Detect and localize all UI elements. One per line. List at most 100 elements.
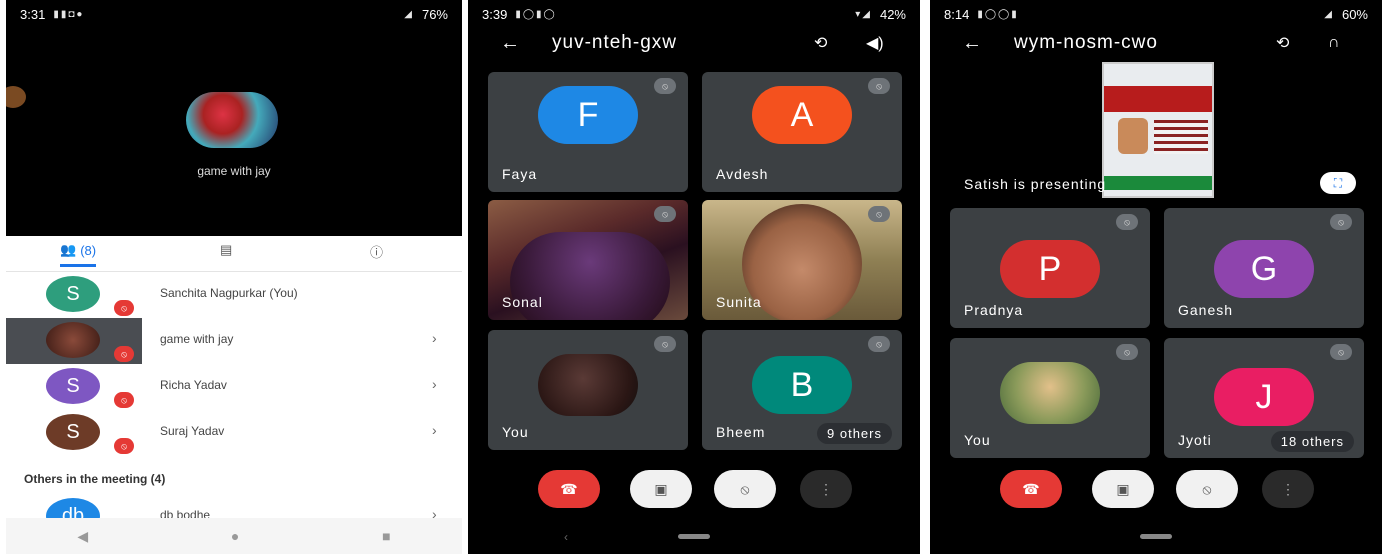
end-call-button[interactable]: ☎ [538, 470, 600, 508]
battery-level: 76% [421, 6, 448, 22]
status-time: 3:31 [20, 6, 46, 22]
mic-toggle-button[interactable]: ⦸ [1176, 470, 1238, 508]
participant-tile[interactable]: ⦸ Sunita [702, 200, 902, 320]
status-time: 3:39 [482, 6, 508, 22]
fullscreen-icon: ⛶ [1333, 176, 1343, 190]
avatar: P [1000, 240, 1100, 298]
mic-toggle-button[interactable]: ⦸ [714, 470, 776, 508]
avatar: G [1214, 240, 1314, 298]
battery-level: 60% [1341, 6, 1368, 22]
list-item[interactable]: ⦸ game with jay › [6, 318, 462, 364]
avatar: S [46, 414, 100, 450]
participant-name: Pradnya [964, 302, 1024, 318]
mic-off-icon: ⦸ [740, 480, 750, 497]
back-arrow-icon[interactable]: ← [500, 32, 520, 55]
back-arrow-icon[interactable]: ← [962, 32, 982, 55]
back-nav-icon[interactable]: ‹ [564, 530, 568, 544]
speaker-avatar [186, 92, 278, 148]
status-time: 8:14 [944, 6, 970, 22]
recents-nav-icon[interactable]: ■ [382, 528, 390, 544]
signal-icon: ▾◢ [855, 8, 872, 20]
speaker-icon[interactable]: ◀) [866, 33, 884, 53]
camera-toggle-button[interactable]: ▣ [1092, 470, 1154, 508]
meeting-header: ← wym-nosm-cwo ⟲ ∩ [930, 26, 1382, 60]
participant-tile[interactable]: G ⦸ Ganesh [1164, 208, 1364, 328]
list-item[interactable]: S ⦸ Suraj Yadav › [6, 410, 462, 456]
participant-tile[interactable]: ⦸ You [488, 330, 688, 450]
camera-off-icon: ▣ [654, 480, 668, 497]
participant-tile[interactable]: ⦸ You [950, 338, 1150, 458]
notification-icons: ▮▮◘● [53, 8, 85, 20]
home-nav-icon[interactable]: ● [231, 528, 239, 544]
avatar [46, 322, 100, 358]
participant-name: Sunita [716, 294, 762, 310]
back-nav-icon[interactable]: ◀ [77, 528, 88, 545]
participant-name: Bheem [716, 424, 766, 440]
home-gesture-bar[interactable] [1140, 534, 1172, 539]
phone-people-list: 3:31 ▮▮◘● ◢ 76% game with jay 👥 (8) ▤ ⓘ … [6, 0, 462, 554]
tab-people[interactable]: 👥 (8) [60, 242, 97, 267]
participant-tile[interactable]: A ⦸ Avdesh [702, 72, 902, 192]
status-bar: 3:39 ▮◯▮◯ ▾◢ 42% [468, 0, 920, 28]
call-controls: ☎ ▣ ⦸ ⋮ [930, 470, 1382, 510]
participant-tile[interactable]: ⦸ Sonal [488, 200, 688, 320]
others-heading: Others in the meeting (4) [24, 472, 166, 486]
participant-name: Richa Yadav [160, 378, 227, 392]
others-count-badge[interactable]: 18 others [1270, 431, 1354, 452]
signal-icon: ◢ [1324, 8, 1334, 20]
status-bar: 3:31 ▮▮◘● ◢ 76% [6, 0, 462, 28]
switch-camera-icon[interactable]: ⟲ [1276, 33, 1289, 53]
chevron-right-icon: › [432, 330, 437, 346]
signal-icon: ◢ [404, 8, 414, 20]
switch-camera-icon[interactable]: ⟲ [814, 33, 827, 53]
others-count-badge[interactable]: 9 others [817, 423, 892, 444]
headphones-icon[interactable]: ∩ [1328, 34, 1340, 52]
avatar: S [46, 276, 100, 312]
avatar [538, 354, 638, 416]
tab-info[interactable]: ⓘ [370, 242, 383, 261]
participant-name: game with jay [160, 332, 234, 346]
people-count: (8) [80, 242, 97, 258]
participant-tile[interactable]: B ⦸ Bheem 9 others [702, 330, 902, 450]
avatar: F [538, 86, 638, 144]
fullscreen-button[interactable]: ⛶ [1320, 172, 1356, 194]
mic-off-icon: ⦸ [1116, 214, 1138, 230]
list-item[interactable]: S ⦸ Sanchita Nagpurkar (You) [6, 272, 462, 318]
status-bar: 8:14 ▮◯◯▮ ◢ 60% [930, 0, 1382, 28]
main-stage: 3:31 ▮▮◘● ◢ 76% game with jay [6, 0, 462, 236]
avatar: J [1214, 368, 1314, 426]
more-vertical-icon: ⋮ [819, 480, 833, 497]
floating-avatar[interactable] [6, 86, 26, 108]
mic-off-icon: ⦸ [868, 78, 890, 94]
participant-tile[interactable]: J ⦸ Jyoti 18 others [1164, 338, 1364, 458]
home-gesture-bar[interactable] [678, 534, 710, 539]
list-item[interactable]: S ⦸ Richa Yadav › [6, 364, 462, 410]
avatar [1000, 362, 1100, 424]
more-options-button[interactable]: ⋮ [1262, 470, 1314, 508]
more-options-button[interactable]: ⋮ [800, 470, 852, 508]
mic-off-icon: ⦸ [114, 438, 134, 454]
hang-up-icon: ☎ [1022, 480, 1040, 497]
mic-off-icon: ⦸ [1330, 214, 1352, 230]
chevron-right-icon: › [432, 422, 437, 438]
participant-name: Ganesh [1178, 302, 1234, 318]
hang-up-icon: ☎ [560, 480, 578, 497]
camera-toggle-button[interactable]: ▣ [630, 470, 692, 508]
participant-name: Jyoti [1178, 432, 1212, 448]
presentation-preview[interactable] [1102, 62, 1214, 198]
phone-meet-presenting: 8:14 ▮◯◯▮ ◢ 60% ← wym-nosm-cwo ⟲ ∩ Satis… [930, 0, 1382, 554]
mic-off-icon: ⦸ [1202, 480, 1212, 497]
tab-chat[interactable]: ▤ [220, 242, 232, 258]
meeting-code[interactable]: wym-nosm-cwo [1014, 32, 1158, 54]
people-tabs: 👥 (8) ▤ ⓘ [6, 236, 462, 272]
speaker-name: game with jay [197, 164, 271, 178]
meeting-code[interactable]: yuv-nteh-gxw [552, 32, 677, 54]
end-call-button[interactable]: ☎ [1000, 470, 1062, 508]
participant-tile[interactable]: P ⦸ Pradnya [950, 208, 1150, 328]
chevron-right-icon: › [432, 376, 437, 392]
participant-tile[interactable]: F ⦸ Faya [488, 72, 688, 192]
participant-name: Sonal [502, 294, 543, 310]
camera-off-icon: ▣ [1116, 480, 1130, 497]
people-icon: 👥 [60, 242, 77, 257]
meeting-header: ← yuv-nteh-gxw ⟲ ◀) [468, 26, 920, 60]
